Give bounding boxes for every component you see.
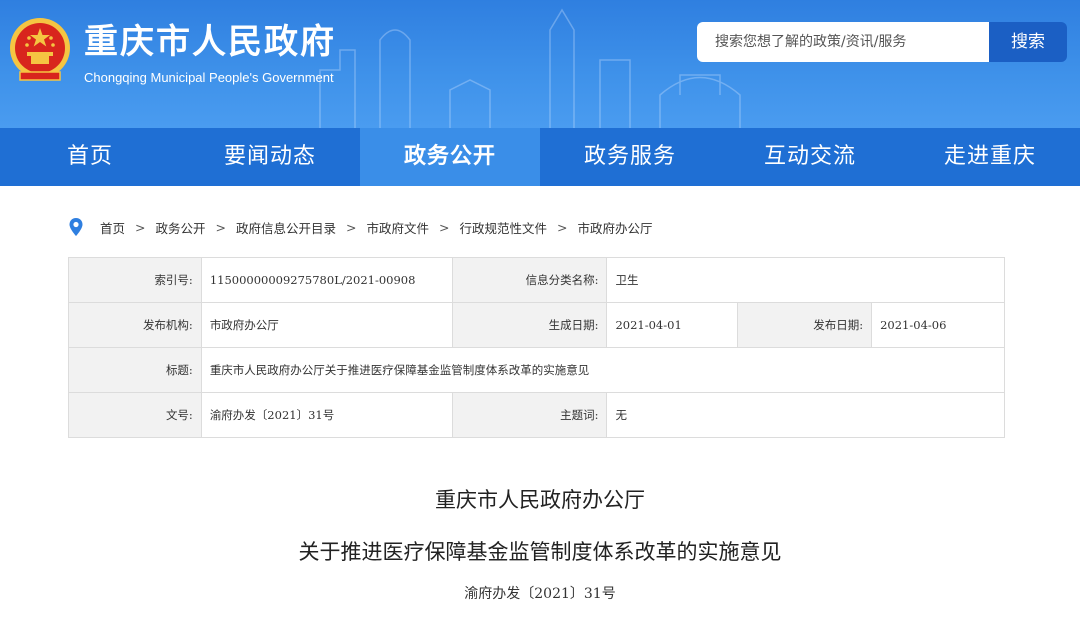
site-title[interactable]: 重庆市人民政府 [84, 22, 336, 62]
breadcrumb-separator: > [439, 219, 450, 235]
keywords-value: 无 [606, 392, 1005, 438]
document-issuer: 重庆市人民政府办公厅 [435, 488, 645, 512]
doc-number-label: 文号: [68, 392, 202, 438]
doc-number-value: 渝府办发〔2021〕31号 [200, 392, 453, 438]
nav-item-interaction[interactable]: 互动交流 [720, 128, 900, 186]
search-button[interactable]: 搜索 [989, 22, 1067, 62]
national-emblem-icon[interactable] [6, 14, 74, 86]
breadcrumb-item[interactable]: 首页 [100, 218, 125, 237]
site-subtitle: Chongqing Municipal People's Government [84, 70, 334, 85]
created-date-value: 2021-04-01 [606, 302, 739, 348]
published-date-value: 2021-04-06 [871, 302, 1005, 348]
breadcrumb-item[interactable]: 行政规范性文件 [460, 218, 548, 237]
site-header: 重庆市人民政府 Chongqing Municipal People's Gov… [0, 0, 1080, 128]
publisher-label: 发布机构: [68, 302, 202, 348]
location-pin-icon [69, 218, 83, 236]
keywords-label: 主题词: [451, 392, 608, 438]
nav-item-news[interactable]: 要闻动态 [180, 128, 360, 186]
city-skyline-decoration [319, 8, 741, 128]
breadcrumb-separator: > [557, 219, 568, 235]
index-label: 索引号: [68, 257, 202, 303]
breadcrumb-item[interactable]: 市政府文件 [367, 218, 430, 237]
table-row: 索引号: 11500000009275780L/2021-00908 信息分类名… [68, 257, 1005, 303]
document-title: 关于推进医疗保障基金监管制度体系改革的实施意见 [298, 540, 782, 564]
published-date-label: 发布日期: [737, 302, 873, 348]
breadcrumb-separator: > [346, 219, 357, 235]
table-row: 文号: 渝府办发〔2021〕31号 主题词: 无 [68, 392, 1005, 438]
search-input[interactable] [697, 22, 989, 62]
breadcrumb-separator: > [135, 219, 146, 235]
breadcrumb-separator: > [215, 219, 226, 235]
breadcrumb: 首页 > 政务公开 > 政府信息公开目录 > 市政府文件 > 行政规范性文件 >… [68, 216, 653, 238]
title-label: 标题: [68, 347, 202, 393]
nav-item-government-affairs[interactable]: 政务公开 [360, 128, 540, 186]
index-value: 11500000009275780L/2021-00908 [200, 257, 453, 303]
breadcrumb-item[interactable]: 市政府办公厅 [578, 218, 653, 237]
title-value: 重庆市人民政府办公厅关于推进医疗保障基金监管制度体系改革的实施意见 [200, 347, 1006, 393]
nav-item-services[interactable]: 政务服务 [540, 128, 720, 186]
table-row: 发布机构: 市政府办公厅 生成日期: 2021-04-01 发布日期: 2021… [68, 302, 1005, 348]
breadcrumb-item[interactable]: 政府信息公开目录 [236, 218, 336, 237]
category-value: 卫生 [606, 257, 1005, 303]
table-row: 标题: 重庆市人民政府办公厅关于推进医疗保障基金监管制度体系改革的实施意见 [68, 347, 1006, 393]
nav-item-about-chongqing[interactable]: 走进重庆 [900, 128, 1080, 186]
nav-item-home[interactable]: 首页 [0, 128, 180, 186]
breadcrumb-item[interactable]: 政务公开 [156, 218, 206, 237]
document-number: 渝府办发〔2021〕31号 [464, 586, 616, 602]
category-label: 信息分类名称: [451, 257, 608, 303]
main-nav: 首页 要闻动态 政务公开 政务服务 互动交流 走进重庆 [0, 128, 1080, 186]
created-date-label: 生成日期: [451, 302, 608, 348]
document-info-table: 索引号: 11500000009275780L/2021-00908 信息分类名… [68, 257, 1006, 438]
publisher-value: 市政府办公厅 [200, 302, 453, 348]
